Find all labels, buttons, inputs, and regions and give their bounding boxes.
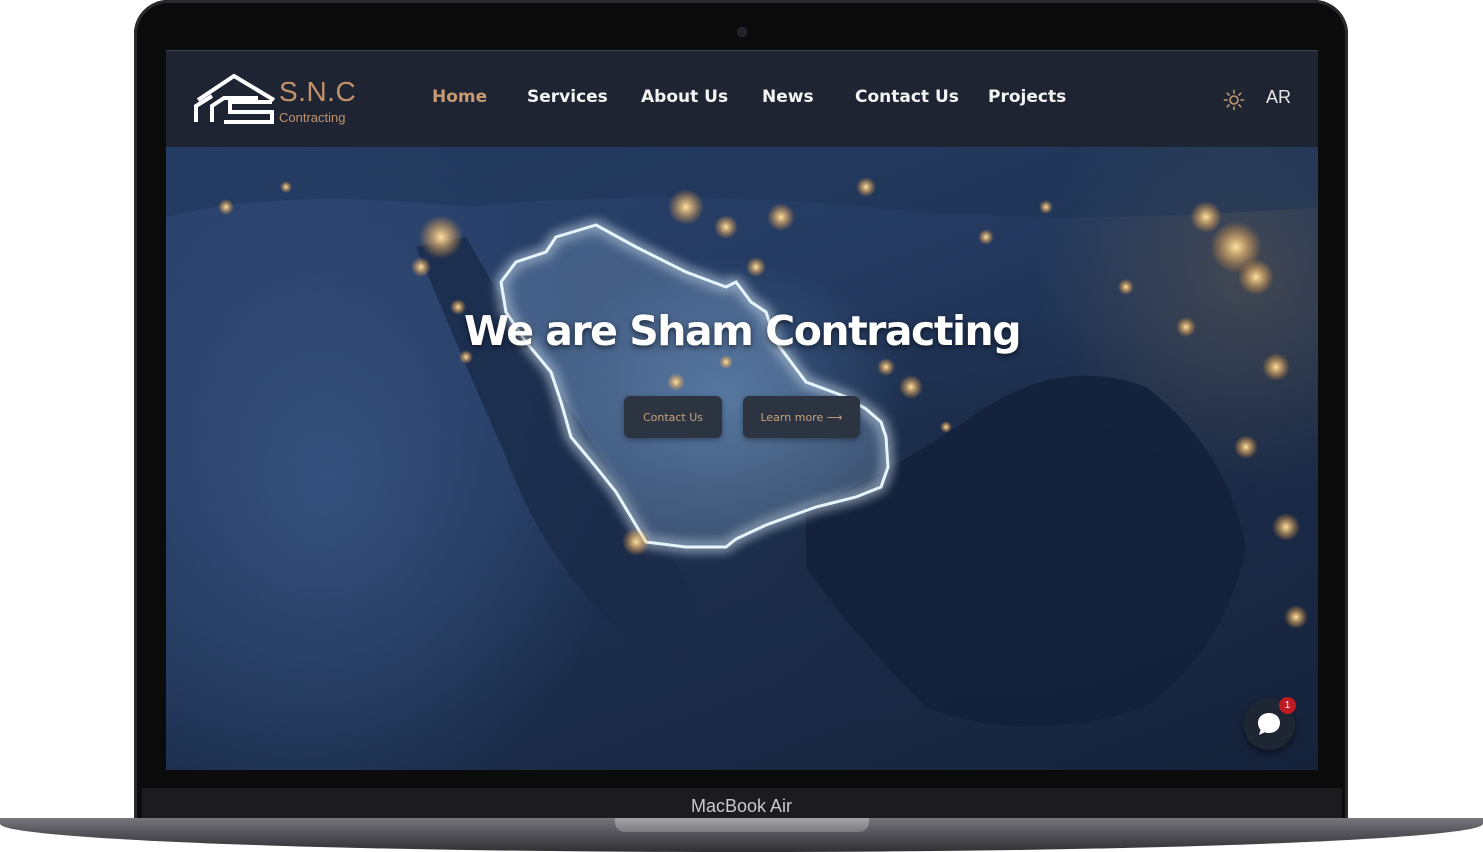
nav-home[interactable]: Home	[432, 87, 487, 107]
laptop-hinge-notch	[615, 818, 869, 832]
sun-icon[interactable]	[1223, 89, 1245, 111]
navbar: S.N.C Contracting Home Services About Us…	[166, 50, 1318, 148]
language-toggle[interactable]: AR	[1266, 87, 1291, 108]
chat-notification-badge: 1	[1279, 697, 1296, 714]
nav-contact-us[interactable]: Contact Us	[855, 87, 959, 107]
device-label: MacBook Air	[690, 796, 793, 816]
logo-mark-icon	[194, 73, 276, 124]
logo-subtitle: Contracting	[279, 110, 346, 125]
nav-projects[interactable]: Projects	[988, 87, 1066, 107]
screen: S.N.C Contracting Home Services About Us…	[166, 50, 1318, 770]
hero-title: We are Sham Contracting	[463, 307, 1022, 355]
camera-icon	[738, 28, 746, 36]
nav-services[interactable]: Services	[527, 87, 608, 107]
logo-title: S.N.C	[279, 76, 357, 107]
logo[interactable]: S.N.C Contracting	[194, 72, 359, 128]
chat-bubble-icon	[1258, 713, 1280, 735]
contact-us-button[interactable]: Contact Us	[624, 396, 722, 438]
learn-more-button[interactable]: Learn more ⟶	[743, 396, 860, 438]
nav-about-us[interactable]: About Us	[641, 87, 728, 107]
nav-news[interactable]: News	[762, 87, 814, 107]
map-background	[166, 147, 1318, 727]
hero-section: We are Sham Contracting Contact Us Learn…	[166, 147, 1318, 770]
